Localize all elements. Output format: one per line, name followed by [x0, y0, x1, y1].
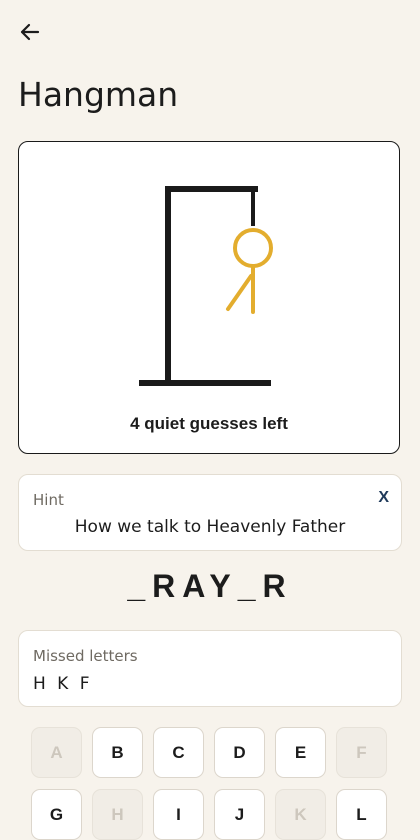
key-c[interactable]: C — [153, 727, 204, 778]
figure-head — [233, 228, 273, 268]
key-a: A — [31, 727, 82, 778]
missed-letters-label: Missed letters — [33, 647, 138, 665]
hint-close-button[interactable]: X — [378, 489, 389, 507]
figure-left-arm — [226, 274, 253, 311]
missed-letters-card: Missed letters H K F — [18, 630, 402, 707]
hint-card: Hint X How we talk to Heavenly Father — [18, 474, 402, 551]
hangman-drawing — [139, 186, 273, 386]
hint-label: Hint — [33, 491, 64, 509]
key-k: K — [275, 789, 326, 840]
page-title: Hangman — [18, 75, 179, 114]
key-j[interactable]: J — [214, 789, 265, 840]
gallows-card: 4 quiet guesses left — [18, 141, 400, 454]
word-display: _RAY_R — [127, 568, 293, 604]
missed-letters-value: H K F — [33, 674, 93, 694]
key-l[interactable]: L — [336, 789, 387, 840]
key-h: H — [92, 789, 143, 840]
hangman-figure — [226, 228, 273, 314]
guesses-left-text: 4 quiet guesses left — [130, 414, 288, 433]
key-b[interactable]: B — [92, 727, 143, 778]
key-d[interactable]: D — [214, 727, 265, 778]
key-f: F — [336, 727, 387, 778]
arrow-left-icon — [20, 23, 40, 41]
key-e[interactable]: E — [275, 727, 326, 778]
back-button[interactable] — [14, 16, 46, 48]
key-g[interactable]: G — [31, 789, 82, 840]
hint-text: How we talk to Heavenly Father — [74, 517, 346, 537]
key-i[interactable]: I — [153, 789, 204, 840]
